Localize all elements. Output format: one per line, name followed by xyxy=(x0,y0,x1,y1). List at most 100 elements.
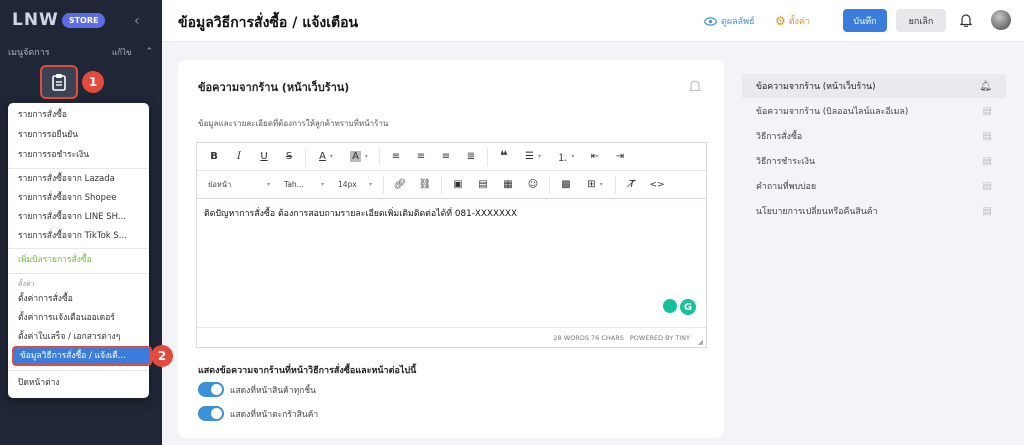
chevron-down-icon: ▾ xyxy=(368,181,372,188)
dd-item-pending-confirm[interactable]: รายการรอยืนยัน xyxy=(8,125,149,145)
editor-statusbar: 28 WORDS 76 CHARS POWERED BY TINY ◢ xyxy=(197,327,706,347)
shop-message-card: ข้อความจากร้าน (หน้าเว็บร้าน) ข้อมูลและร… xyxy=(178,60,724,438)
align-left-icon[interactable]: ≡ xyxy=(385,147,407,167)
toggle-row-cart: แสดงที่หน้าตะกร้าสินค้า xyxy=(198,406,318,421)
save-button[interactable]: บันทึก xyxy=(843,9,887,32)
preview-link[interactable]: ดูผลลัพธ์ xyxy=(704,14,755,28)
table-icon[interactable]: ⊞ ▾ xyxy=(580,175,610,195)
italic-button[interactable]: I xyxy=(228,147,250,167)
settings-link[interactable]: ⚙ ตั้งค่า xyxy=(775,14,810,28)
card-subtitle: ข้อมูลและรายละเอียดที่ต้องการให้ลูกค้าทร… xyxy=(198,119,389,128)
media-icon[interactable]: ▦ xyxy=(497,175,519,195)
link-icon[interactable]: 🔗︎ xyxy=(389,175,411,195)
highlight-color-icon[interactable]: A ▾ xyxy=(344,147,374,167)
nav-item-return-policy[interactable]: นโยบายการเปลี่ยนหรือคืนสินค้า ▤ xyxy=(742,199,1006,223)
cancel-button[interactable]: ยกเลิก xyxy=(896,9,946,32)
special-char-icon[interactable]: ▩ xyxy=(555,175,577,195)
settings-label: ตั้งค่า xyxy=(788,17,811,27)
dd-item-close-window[interactable]: ปิดหน้าต่าง xyxy=(8,373,149,393)
nav-item-label: วิธีการชำระเงิน xyxy=(756,157,815,167)
bell-icon: 🔔︎ xyxy=(979,80,992,92)
bell-icon xyxy=(688,78,702,97)
font-size-select[interactable]: 14px ▾ xyxy=(333,175,377,195)
font-value: Tah... xyxy=(284,180,304,189)
numbered-list-icon[interactable]: ⒈ ▾ xyxy=(551,147,581,167)
bold-button[interactable]: B xyxy=(203,147,225,167)
dd-item-lazada[interactable]: รายการสั่งซื้อจาก Lazada xyxy=(8,169,149,189)
nav-item-label: นโยบายการเปลี่ยนหรือคืนสินค้า xyxy=(756,207,878,217)
align-justify-icon[interactable]: ≣ xyxy=(460,147,482,167)
nav-item-shop-message-bill[interactable]: ข้อความจากร้าน (บิลออนไลน์และอีเมล) ▤ xyxy=(742,99,1006,123)
format-select[interactable]: ย่อหน้า ▾ xyxy=(203,175,275,195)
align-center-icon[interactable]: ≡ xyxy=(410,147,432,167)
toggle-row-product: แสดงที่หน้าสินค้าทุกชิ้น xyxy=(198,382,316,397)
nav-item-payment[interactable]: วิธีการชำระเงิน ▤ xyxy=(742,149,1006,173)
menu-header-label: เมนูจัดการ xyxy=(8,48,50,58)
topbar: ข้อมูลวิธีการสั่งซื้อ / แจ้งเตือน ดูผลลั… xyxy=(162,0,1024,42)
text-color-icon[interactable]: A ▾ xyxy=(311,147,341,167)
underline-button[interactable]: U xyxy=(253,147,275,167)
document-icon: ▤ xyxy=(982,105,992,117)
dd-item-notify-settings[interactable]: ตั้งค่าการแจ้งเตือนออเดอร์ xyxy=(8,308,149,328)
lightbulb-icon xyxy=(663,299,677,313)
dd-item-receipt-settings[interactable]: ตั้งค่าใบเสร็จ / เอกสารต่างๆ xyxy=(8,327,149,347)
outdent-icon[interactable]: ⇤ xyxy=(584,147,606,167)
dd-item-orders[interactable]: รายการสั่งซื้อ xyxy=(8,105,149,125)
rich-text-editor: B I U S A ▾ A ▾ ≡ ≡ ≡ ≣ ❝ ☰ ▾ ⒈ ▾ ⇤ ⇥ ย่อหน้… xyxy=(196,142,707,348)
logo[interactable]: LNW STORE xyxy=(12,10,106,30)
bell-icon[interactable] xyxy=(959,12,973,31)
blockquote-icon[interactable]: ❝ xyxy=(493,147,515,167)
logo-badge: STORE xyxy=(61,12,106,28)
nav-item-label: ข้อความจากร้าน (หน้าเว็บร้าน) xyxy=(756,82,876,92)
toggle-product-page[interactable] xyxy=(198,382,224,397)
step-badge-2: 2 xyxy=(151,345,173,367)
image-icon[interactable]: ▣ xyxy=(447,175,469,195)
grammarly-widget[interactable]: G xyxy=(663,299,696,315)
nav-item-faq[interactable]: คำถามที่พบบ่อย ▤ xyxy=(742,174,1006,198)
dd-item-order-info-active[interactable]: ข้อมูลวิธีการสั่งซื้อ / แจ้งเตื... xyxy=(12,346,152,366)
step-badge-1: 1 xyxy=(82,71,104,93)
avatar[interactable] xyxy=(991,10,1011,30)
gallery-icon[interactable]: ▤ xyxy=(472,175,494,195)
collapse-sidebar-icon[interactable]: ‹ xyxy=(134,13,140,29)
nav-item-label: ข้อความจากร้าน (บิลออนไลน์และอีเมล) xyxy=(756,107,909,117)
powered-by[interactable]: POWERED BY TINY xyxy=(630,334,690,342)
nav-item-label: คำถามที่พบบ่อย xyxy=(756,182,817,192)
dd-item-order-settings[interactable]: ตั้งค่าการสั่งซื้อ xyxy=(8,289,149,309)
chevron-up-icon[interactable]: ⌃ xyxy=(145,47,153,57)
clear-format-icon[interactable]: T̸ xyxy=(621,175,643,195)
dd-item-line[interactable]: รายการสั่งซื้อจาก LINE SH... xyxy=(8,207,149,227)
divider xyxy=(8,273,149,274)
indent-icon[interactable]: ⇥ xyxy=(609,147,631,167)
document-icon: ▤ xyxy=(982,155,992,167)
gear-icon: ⚙ xyxy=(775,14,786,28)
strikethrough-button[interactable]: S xyxy=(278,147,300,167)
word-count: 28 WORDS 76 CHARS xyxy=(553,333,624,342)
font-select[interactable]: Tah... ▾ xyxy=(279,175,329,195)
unlink-icon[interactable]: ⛓ xyxy=(414,175,436,195)
dd-item-pending-payment[interactable]: รายการรอชำระเงิน xyxy=(8,145,149,165)
nav-item-how-to-order[interactable]: วิธีการสั่งซื้อ ▤ xyxy=(742,124,1006,148)
card-title: ข้อความจากร้าน (หน้าเว็บร้าน) xyxy=(198,81,350,94)
dd-item-tiktok[interactable]: รายการสั่งซื้อจาก TikTok S... xyxy=(8,226,149,246)
toggle-label: แสดงที่หน้าสินค้าทุกชิ้น xyxy=(230,385,316,396)
dd-item-shopee[interactable]: รายการสั่งซื้อจาก Shopee xyxy=(8,188,149,208)
align-right-icon[interactable]: ≡ xyxy=(435,147,457,167)
toggle-cart-page[interactable] xyxy=(198,406,224,421)
emoji-icon[interactable]: ☺ xyxy=(522,175,544,195)
resize-handle-icon[interactable]: ◢ xyxy=(698,338,703,346)
eye-icon xyxy=(704,16,717,26)
source-code-icon[interactable]: <> xyxy=(646,175,668,195)
orders-dropdown-menu: รายการสั่งซื้อ รายการรอยืนยัน รายการรอชำ… xyxy=(8,103,152,398)
editor-toolbar-row1: B I U S A ▾ A ▾ ≡ ≡ ≡ ≣ ❝ ☰ ▾ ⒈ ▾ ⇤ ⇥ xyxy=(197,143,706,171)
dd-item-add-order[interactable]: เพิ่มบิลรายการสั่งซื้อ xyxy=(8,250,149,270)
menu-edit-link[interactable]: แก้ไข xyxy=(112,46,132,59)
orders-menu-button[interactable] xyxy=(40,65,78,99)
editor-content[interactable]: ติดปัญหาการสั่งซื้อ ต้องการสอบถามรายละเอ… xyxy=(204,206,517,220)
editor-toolbar-row2: ย่อหน้า ▾ Tah... ▾ 14px ▾ 🔗︎ ⛓ ▣ ▤ ▦ ☺ ▩ ⊞ ▾… xyxy=(197,171,706,199)
bullet-list-icon[interactable]: ☰ ▾ xyxy=(518,147,548,167)
preview-label: ดูผลลัพธ์ xyxy=(721,17,755,27)
document-icon: ▤ xyxy=(982,180,992,192)
nav-item-shop-message-web[interactable]: ข้อความจากร้าน (หน้าเว็บร้าน) 🔔︎ xyxy=(742,74,1006,98)
logo-text: LNW xyxy=(12,10,59,30)
